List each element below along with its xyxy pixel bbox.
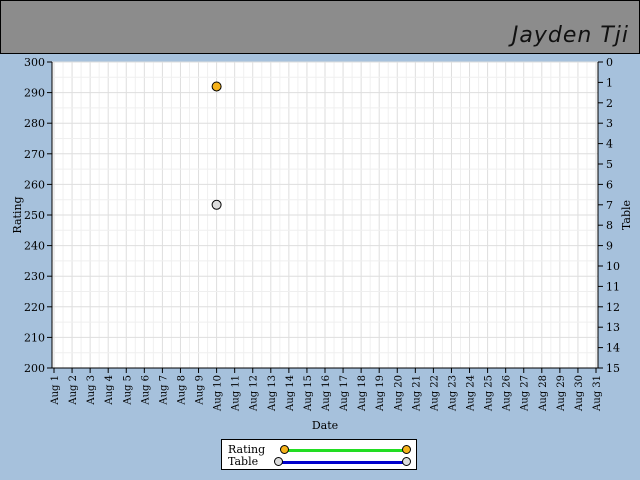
x-tick-label: Aug 13: [267, 375, 278, 412]
y-tick-label-right: 12: [606, 301, 620, 314]
y-tick-label-left: 280: [24, 117, 45, 130]
y-tick-label-right: 3: [606, 117, 613, 130]
rating-table-chart: 200210220230240250260270280290300 0123456…: [11, 56, 633, 432]
x-tick-label: Aug 2: [68, 375, 79, 406]
x-tick-label: Aug 7: [158, 375, 169, 406]
x-tick-label: Aug 28: [538, 375, 549, 412]
x-tick-label: Aug 5: [122, 375, 133, 406]
y-tick-label-right: 2: [606, 97, 613, 110]
legend-item-table: Table: [228, 456, 412, 468]
legend-line-rating: [284, 449, 406, 452]
x-tick-label: Aug 31: [592, 375, 603, 412]
x-tick-label: Aug 25: [484, 375, 495, 412]
y-tick-label-right: 9: [606, 240, 613, 253]
data-point-rating: [211, 81, 222, 92]
x-tick-label: Aug 26: [502, 375, 513, 412]
y-tick-label-left: 260: [24, 178, 45, 191]
x-tick-label: Aug 14: [285, 375, 296, 412]
y-tick-label-left: 300: [24, 56, 45, 69]
legend-line-table: [278, 461, 406, 464]
y-tick-label-right: 0: [606, 56, 613, 69]
legend-marker-table: [402, 457, 411, 466]
x-tick-label: Aug 11: [231, 375, 242, 412]
x-tick-label: Aug 27: [520, 375, 531, 412]
x-tick-label: Aug 19: [375, 375, 386, 412]
x-tick-label: Aug 21: [411, 375, 422, 412]
y-tick-label-left: 240: [24, 240, 45, 253]
y-tick-label-left: 290: [24, 87, 45, 100]
x-tick-label: Aug 6: [140, 375, 151, 406]
y-tick-label-right: 4: [606, 138, 613, 151]
y-tick-label-right: 11: [606, 280, 620, 293]
x-tick-label: Aug 15: [303, 375, 314, 412]
x-tick-label: Aug 17: [339, 375, 350, 412]
y-tick-label-left: 250: [24, 209, 45, 222]
x-tick-label: Aug 23: [447, 375, 458, 412]
x-tick-label: Aug 30: [574, 375, 585, 412]
y-tick-label-right: 15: [606, 362, 620, 375]
x-tick-label: Aug 9: [195, 375, 206, 406]
x-axis-title: Date: [312, 419, 338, 432]
y-tick-label-right: 6: [606, 178, 613, 191]
legend-marker-rating: [402, 445, 411, 454]
y-axis-title-right: Table: [620, 200, 633, 230]
y-tick-label-left: 200: [24, 362, 45, 375]
x-tick-label: Aug 20: [393, 375, 404, 412]
x-tick-label: Aug 29: [556, 375, 567, 412]
y-tick-label-right: 1: [606, 76, 613, 89]
x-tick-label: Aug 24: [466, 375, 477, 412]
data-point-table: [211, 199, 222, 210]
legend-marker-rating: [280, 445, 289, 454]
y-tick-label-left: 210: [24, 331, 45, 344]
x-tick-label: Aug 22: [429, 375, 440, 412]
y-tick-label-right: 14: [606, 342, 620, 355]
y-tick-label-right: 13: [606, 321, 620, 334]
y-tick-label-right: 5: [606, 158, 613, 171]
y-tick-label-right: 10: [606, 260, 620, 273]
legend-label-table: Table: [228, 455, 259, 468]
x-tick-label: Aug 3: [86, 375, 97, 406]
x-tick-label: Aug 4: [104, 375, 115, 406]
x-tick-label: Aug 8: [176, 375, 187, 406]
legend-marker-table: [274, 457, 283, 466]
x-tick-label: Aug 12: [249, 375, 260, 412]
x-tick-label: Aug 18: [357, 375, 368, 412]
x-tick-label: Aug 10: [213, 375, 224, 412]
y-tick-label-right: 7: [606, 199, 613, 212]
y-tick-label-left: 220: [24, 301, 45, 314]
y-axis-title-left: Rating: [11, 196, 24, 233]
legend: Rating Table: [221, 439, 417, 470]
y-tick-label-left: 230: [24, 270, 45, 283]
y-tick-label-right: 8: [606, 219, 613, 232]
x-tick-label: Aug 1: [50, 375, 61, 406]
x-tick-label: Aug 16: [321, 375, 332, 412]
y-tick-label-left: 270: [24, 148, 45, 161]
